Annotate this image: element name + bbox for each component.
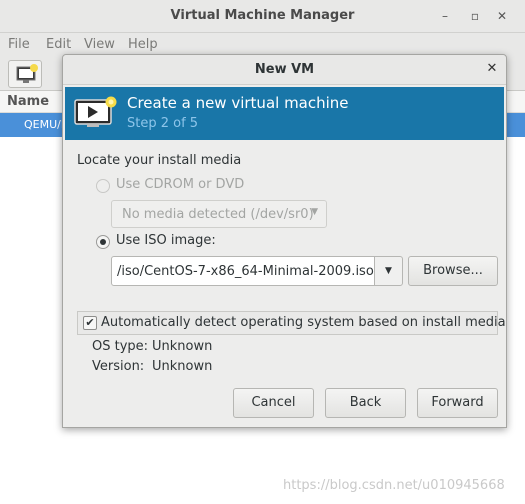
column-name-header[interactable]: Name (7, 94, 49, 109)
iso-path-input[interactable]: /iso/CentOS-7-x86_64-Minimal-2009.iso (111, 256, 375, 286)
cdrom-combo-value: No media detected (/dev/sr0) (122, 207, 314, 222)
maximize-icon[interactable]: ▫ (467, 8, 483, 24)
version-value: Unknown (152, 359, 213, 374)
menu-help[interactable]: Help (128, 37, 158, 52)
chevron-down-icon: ▼ (311, 207, 318, 217)
main-window-titlebar: Virtual Machine Manager – ▫ ✕ (0, 0, 525, 33)
close-icon[interactable]: ✕ (494, 8, 510, 24)
back-button[interactable]: Back (325, 388, 406, 418)
menu-view[interactable]: View (84, 37, 115, 52)
cdrom-radio[interactable] (96, 179, 110, 193)
watermark: https://blog.csdn.net/u010945668 (283, 478, 505, 493)
autodetect-row[interactable]: ✔ Automatically detect operating system … (77, 311, 506, 335)
autodetect-label: Automatically detect operating system ba… (101, 315, 506, 330)
minimize-icon[interactable]: – (437, 8, 453, 24)
wizard-header: Create a new virtual machine Step 2 of 5 (65, 87, 504, 140)
dialog-title: New VM (254, 62, 315, 77)
menu-edit[interactable]: Edit (46, 37, 71, 52)
os-type-value: Unknown (152, 339, 213, 354)
wizard-title: Create a new virtual machine (127, 94, 349, 112)
new-vm-dialog: New VM ✕ Create a new virtual machine St… (62, 54, 507, 428)
cdrom-option-label: Use CDROM or DVD (116, 177, 245, 192)
wizard-step: Step 2 of 5 (127, 116, 199, 131)
browse-button[interactable]: Browse... (408, 256, 498, 286)
forward-button[interactable]: Forward (417, 388, 498, 418)
new-vm-icon (16, 64, 38, 83)
cancel-button[interactable]: Cancel (233, 388, 314, 418)
close-icon[interactable]: ✕ (484, 61, 500, 77)
menu-file[interactable]: File (8, 37, 30, 52)
cdrom-device-combo[interactable]: No media detected (/dev/sr0) ▼ (111, 200, 327, 228)
autodetect-checkbox[interactable]: ✔ (83, 316, 97, 330)
iso-path-value: /iso/CentOS-7-x86_64-Minimal-2009.iso (117, 264, 374, 279)
version-label: Version: (92, 359, 145, 374)
locate-media-label: Locate your install media (77, 153, 242, 168)
iso-radio[interactable] (96, 235, 110, 249)
iso-option-label: Use ISO image: (116, 233, 216, 248)
dialog-titlebar: New VM ✕ (63, 55, 506, 85)
iso-history-dropdown[interactable]: ▼ (374, 256, 403, 286)
monitor-icon (74, 96, 117, 127)
new-vm-toolbar-button[interactable] (8, 60, 42, 88)
os-type-label: OS type: (92, 339, 149, 354)
